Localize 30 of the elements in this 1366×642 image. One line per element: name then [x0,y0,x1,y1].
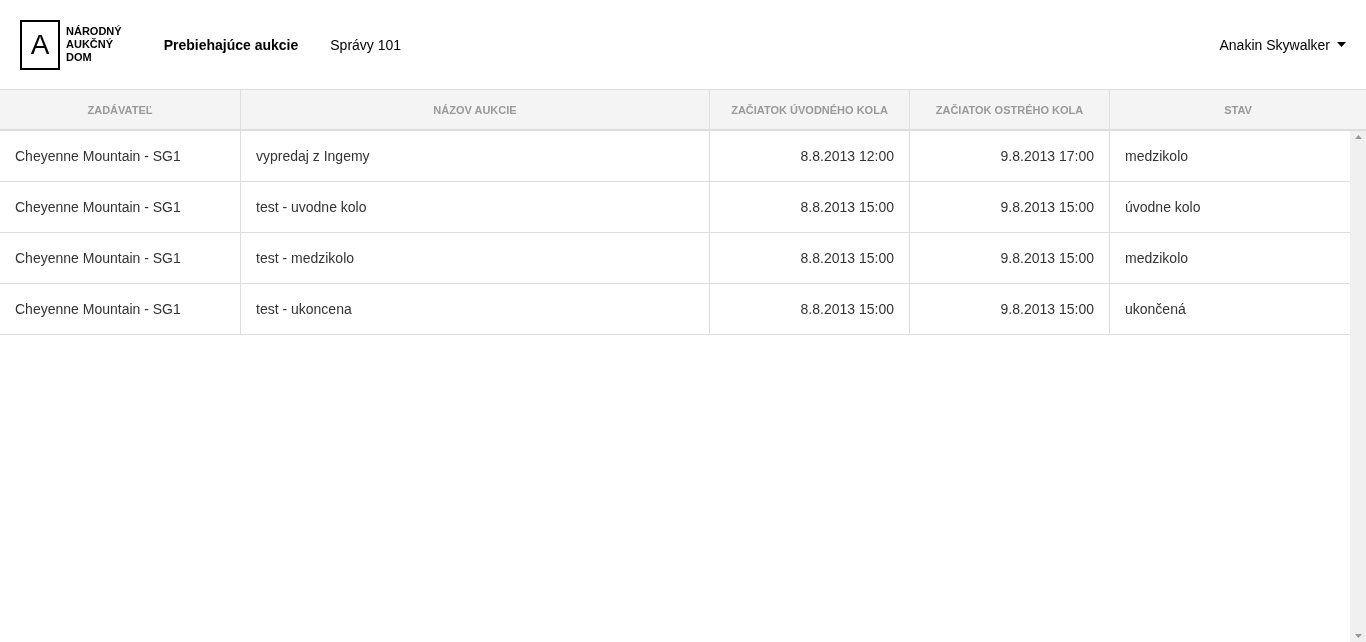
logo-text: NÁRODNÝ AUKČNÝ DOM [66,25,122,64]
table-cell: vypredaj z Ingemy [240,131,709,181]
table-cell: 8.8.2013 15:00 [709,233,909,283]
scroll-down-icon[interactable] [1354,634,1362,638]
table-cell: 8.8.2013 12:00 [709,131,909,181]
column-header: STAV [1109,90,1366,129]
scrollbar[interactable] [1350,131,1366,642]
table-cell: 9.8.2013 15:00 [909,233,1109,283]
table-cell: 8.8.2013 15:00 [709,284,909,334]
table-cell: test - uvodne kolo [240,182,709,232]
table-cell: 9.8.2013 17:00 [909,131,1109,181]
nav-link[interactable]: Prebiehajúce aukcie [163,36,299,53]
table-cell-text: Cheyenne Mountain - SG1 [14,147,182,166]
column-header: ZAČIATOK OSTRÉHO KOLA [909,90,1109,129]
table-cell: 9.8.2013 15:00 [909,284,1109,334]
table-cell: test - ukoncena [240,284,709,334]
nav-link[interactable]: Správy 101 [330,36,402,53]
column-header: ZADÁVATEĽ [86,102,154,118]
user-menu[interactable]: Anakin Skywalker [1219,36,1346,53]
table-cell: 8.8.2013 15:00 [709,182,909,232]
table-cell-text: Cheyenne Mountain - SG1 [14,198,182,217]
scroll-up-icon[interactable] [1354,135,1362,139]
caret-icon [1337,42,1346,47]
logo-mark: A [20,19,60,70]
table-cell: test - medzikolo [240,233,709,283]
column-header: ZAČIATOK ÚVODNÉHO KOLA [709,90,909,129]
table-cell-text: Cheyenne Mountain - SG1 [14,300,182,319]
column-header: NÁZOV AUKCIE [240,90,709,129]
table-cell-text: Cheyenne Mountain - SG1 [14,249,182,268]
table-cell: 9.8.2013 15:00 [909,182,1109,232]
